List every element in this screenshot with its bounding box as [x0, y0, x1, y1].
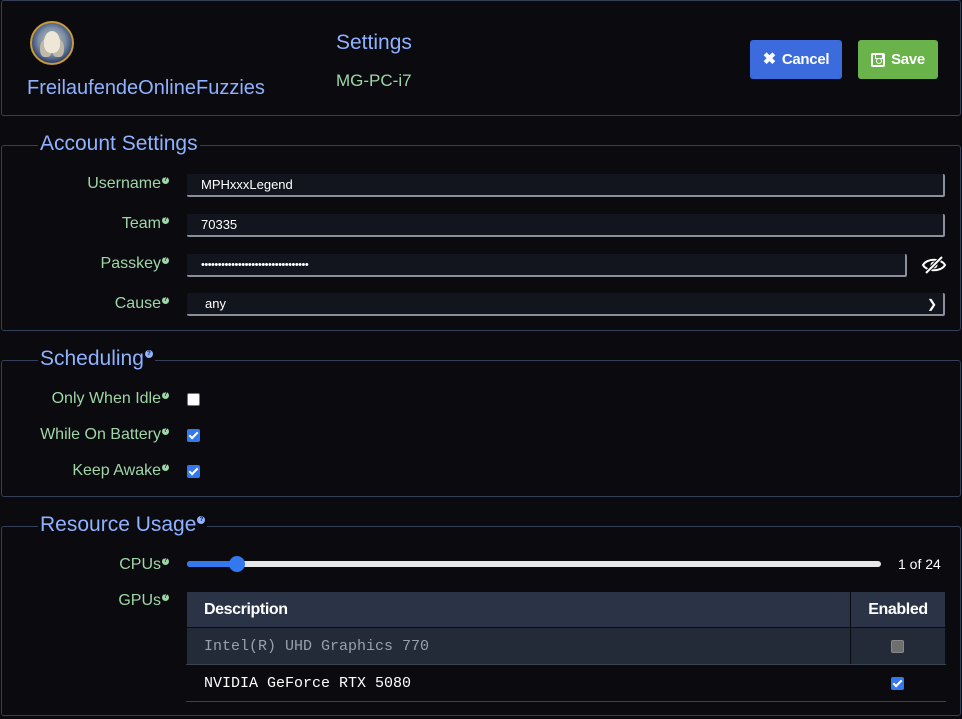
gpus-table-header: Description Enabled: [186, 591, 946, 628]
while-on-battery-checkbox[interactable]: [187, 429, 200, 442]
resource-usage-title: Resource Usage: [40, 513, 197, 536]
machine-name: MG-PC-i7: [336, 71, 412, 90]
gpus-label-text: GPUs: [118, 592, 161, 609]
question-circle-icon[interactable]: ?: [197, 516, 206, 524]
cpus-slider-thumb[interactable]: [229, 556, 245, 572]
while-on-battery-label: While On Battery?: [40, 426, 169, 444]
keep-awake-label: Keep Awake?: [72, 462, 169, 480]
question-circle-icon[interactable]: ?: [162, 217, 169, 224]
only-when-idle-label: Only When Idle?: [52, 390, 169, 408]
question-circle-icon[interactable]: ?: [162, 428, 169, 435]
table-row: Intel(R) UHD Graphics 770: [186, 627, 946, 665]
account-settings-legend: Account Settings: [38, 132, 200, 156]
page-title: Settings: [336, 31, 412, 54]
username-label-text: Username: [87, 175, 161, 192]
scheduling-panel: Scheduling? Only When Idle? While On Bat…: [1, 347, 961, 497]
gpu-enabled-cell: [850, 627, 946, 665]
gpu-enabled-checkbox[interactable]: [891, 677, 904, 690]
resource-usage-legend: Resource Usage?: [38, 513, 208, 537]
cause-select-value: any: [205, 296, 226, 311]
cause-select[interactable]: any ❯: [187, 293, 945, 316]
cpus-slider[interactable]: [187, 556, 881, 572]
enabled-column-header[interactable]: Enabled: [850, 591, 946, 628]
table-row: NVIDIA GeForce RTX 5080: [186, 664, 946, 702]
save-button[interactable]: Save: [858, 40, 938, 79]
team-logo-icon: [30, 21, 74, 65]
question-circle-icon[interactable]: ?: [162, 297, 169, 304]
resource-usage-panel: Resource Usage? CPUs? 1 of 24 GPUs? Desc…: [1, 513, 961, 716]
username-input[interactable]: MPHxxxLegend: [187, 174, 945, 197]
cause-label: Cause?: [115, 295, 169, 313]
question-circle-icon[interactable]: ?: [162, 594, 169, 601]
team-input[interactable]: 70335: [187, 214, 945, 237]
passkey-input[interactable]: ••••••••••••••••••••••••••••••••: [187, 254, 907, 277]
cpus-label-text: CPUs: [119, 556, 161, 573]
floppy-disk-icon: [871, 52, 886, 67]
gpus-label: GPUs?: [118, 592, 169, 610]
cancel-button[interactable]: ✖ Cancel: [750, 40, 842, 79]
header-panel: FreilaufendeOnlineFuzzies Settings MG-PC…: [1, 0, 961, 116]
cancel-button-label: Cancel: [781, 51, 830, 68]
keep-awake-label-text: Keep Awake: [72, 462, 161, 479]
save-button-label: Save: [891, 51, 925, 68]
username-label: Username?: [87, 175, 169, 193]
scheduling-title: Scheduling: [40, 347, 144, 370]
gpu-enabled-cell: [850, 664, 946, 702]
gpus-table: Description Enabled Intel(R) UHD Graphic…: [186, 591, 946, 702]
team-label-text: Team: [121, 215, 161, 232]
while-on-battery-label-text: While On Battery: [40, 426, 161, 443]
question-circle-icon[interactable]: ?: [162, 257, 169, 264]
question-circle-icon[interactable]: ?: [144, 350, 153, 358]
question-circle-icon[interactable]: ?: [162, 558, 169, 565]
question-circle-icon[interactable]: ?: [162, 464, 169, 471]
question-circle-icon[interactable]: ?: [162, 177, 169, 184]
question-circle-icon[interactable]: ?: [162, 392, 169, 399]
keep-awake-checkbox[interactable]: [187, 465, 200, 478]
team-label: Team?: [122, 215, 169, 233]
only-when-idle-label-text: Only When Idle: [51, 390, 161, 407]
chevron-down-icon: ❯: [926, 297, 937, 311]
only-when-idle-checkbox[interactable]: [187, 393, 200, 406]
gpu-enabled-checkbox[interactable]: [891, 640, 904, 653]
description-column-header[interactable]: Description: [186, 591, 851, 628]
passkey-label-text: Passkey: [100, 255, 161, 272]
account-settings-title: Account Settings: [40, 132, 198, 155]
passkey-label: Passkey?: [101, 255, 169, 273]
cpus-label: CPUs?: [119, 556, 169, 574]
team-name: FreilaufendeOnlineFuzzies: [27, 77, 265, 99]
scheduling-legend: Scheduling?: [38, 347, 155, 371]
cause-label-text: Cause: [114, 295, 161, 312]
account-settings-panel: Account Settings Username? MPHxxxLegend …: [1, 132, 961, 331]
gpu-description: NVIDIA GeForce RTX 5080: [186, 664, 851, 702]
eye-slash-icon[interactable]: [921, 255, 947, 275]
cpus-readout: 1 of 24: [898, 556, 941, 572]
gpu-description: Intel(R) UHD Graphics 770: [186, 627, 851, 665]
x-icon: ✖: [762, 50, 776, 68]
